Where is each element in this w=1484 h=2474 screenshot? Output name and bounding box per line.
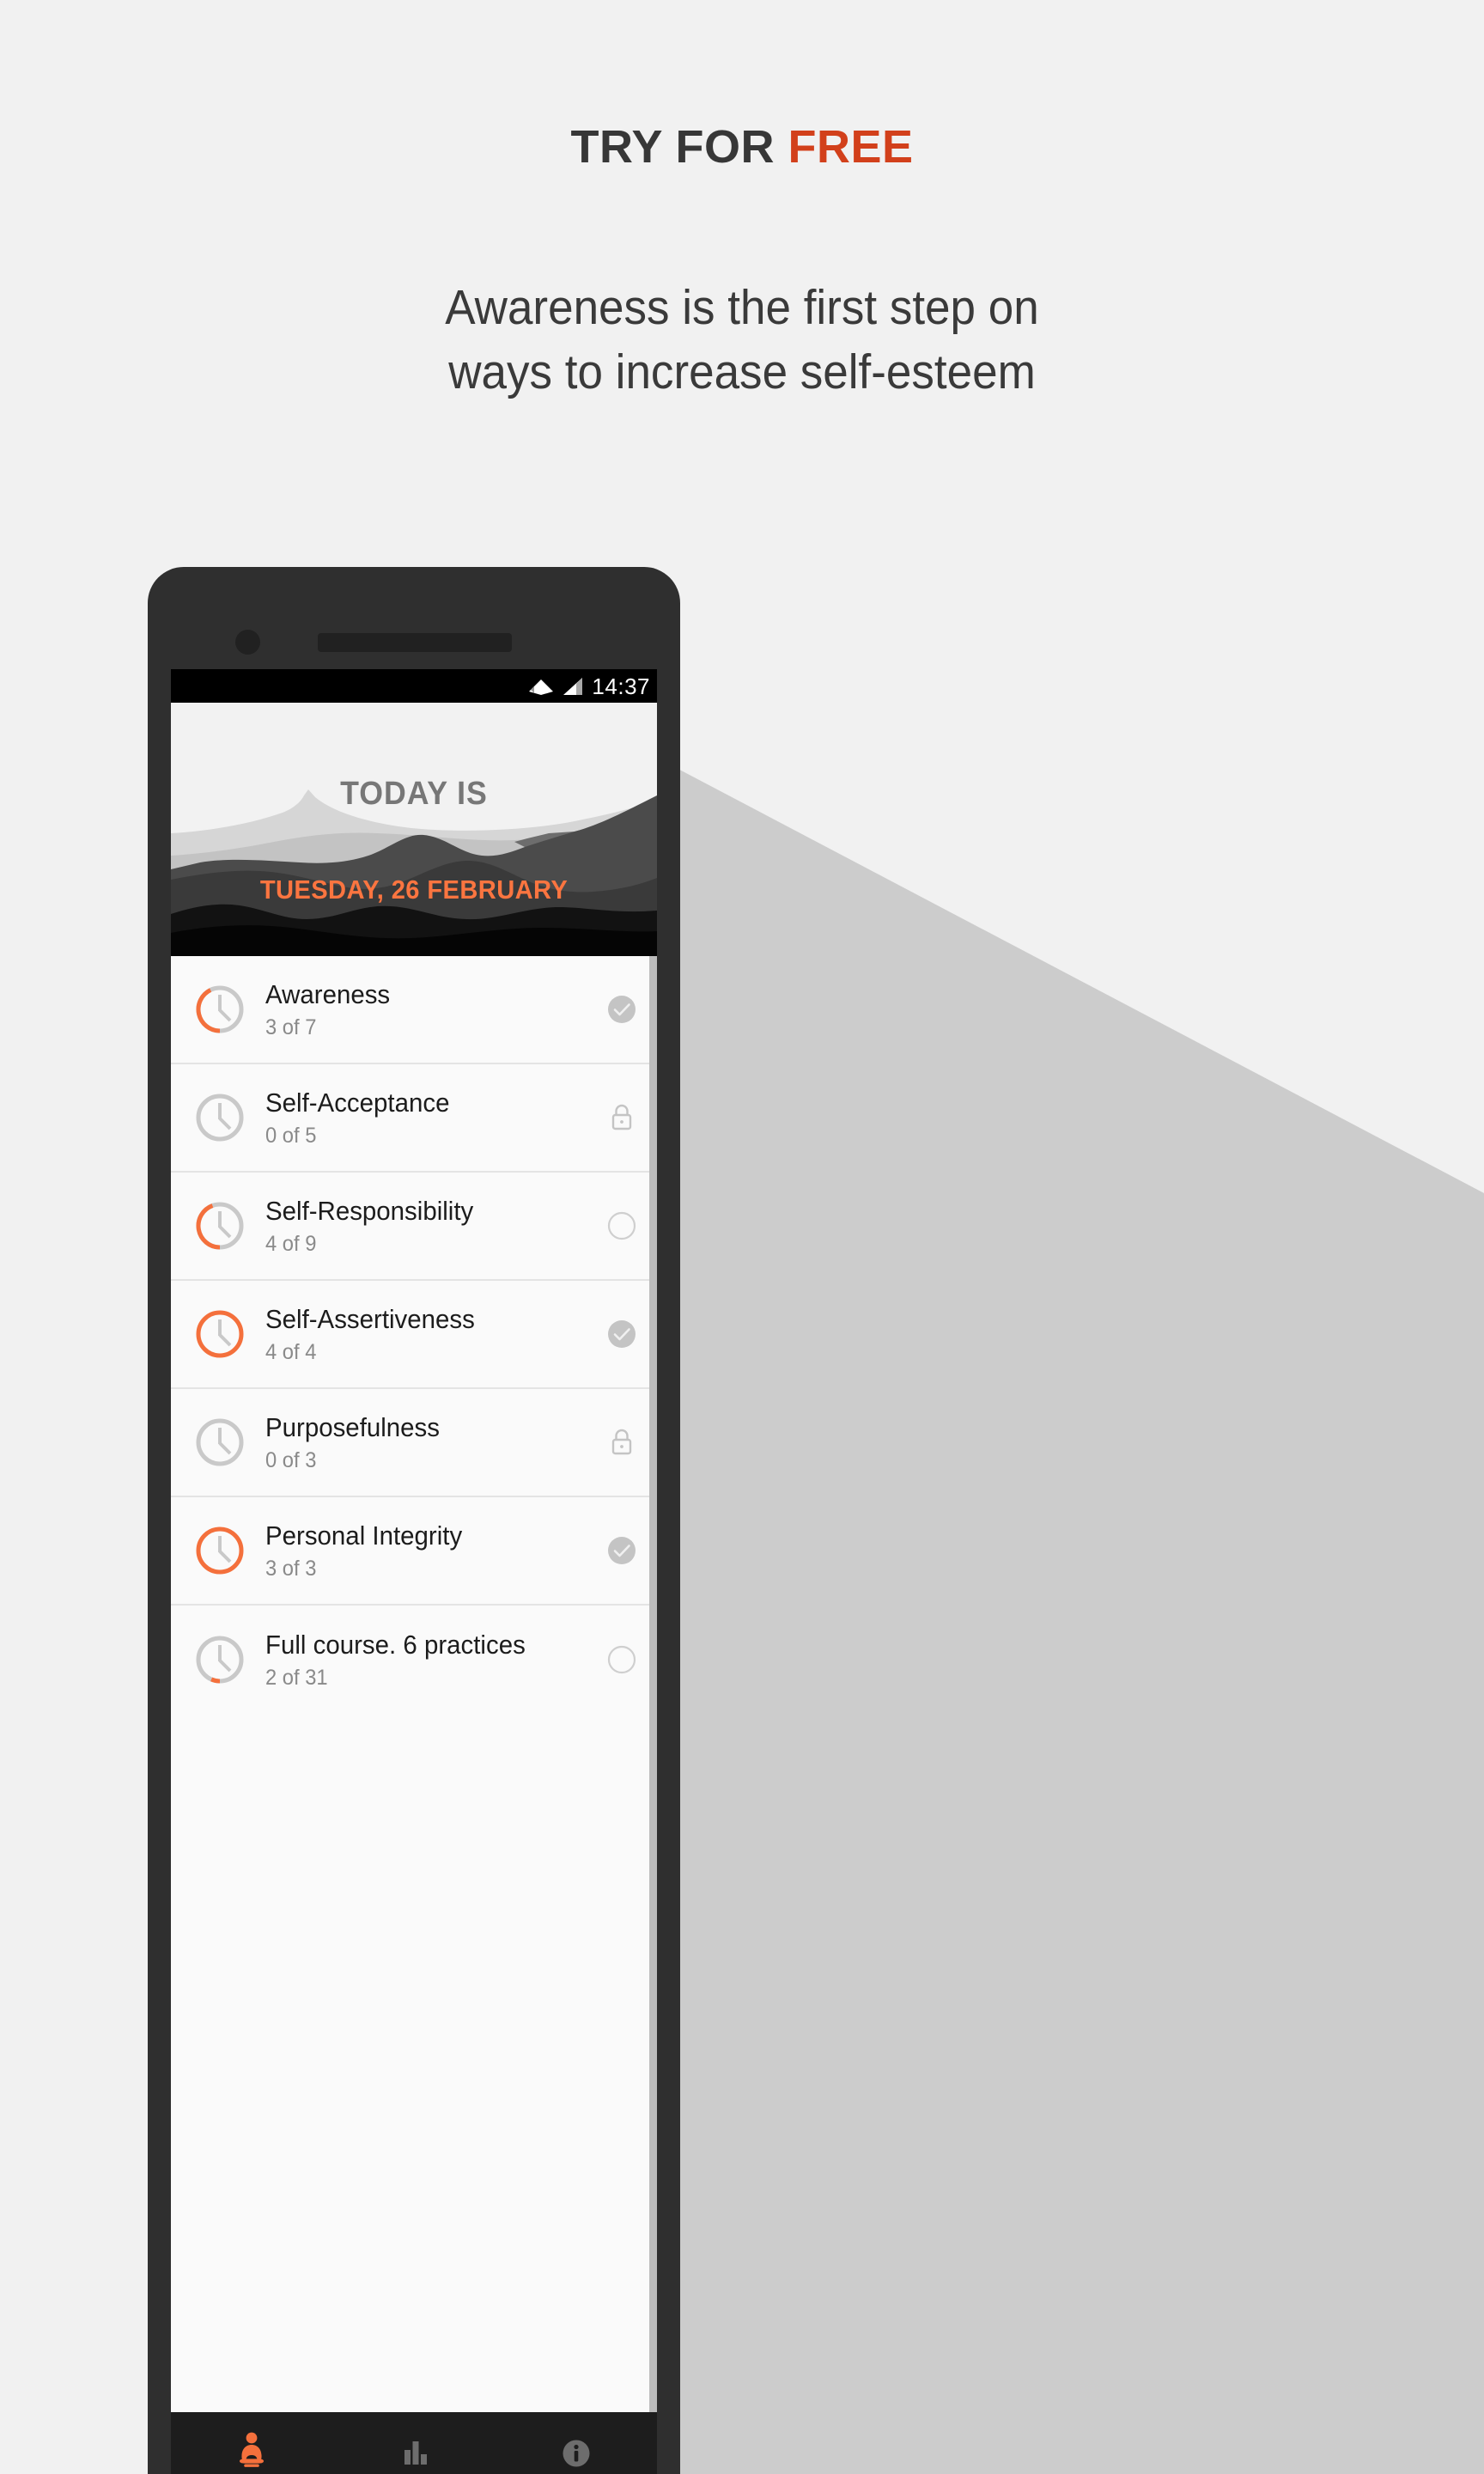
check-circle-icon — [605, 1534, 638, 1567]
practice-row-text: Awareness 3 of 7 — [246, 979, 605, 1039]
practice-row[interactable]: Full course. 6 practices 2 of 31 — [171, 1606, 657, 1714]
clock-progress-icon — [193, 1633, 246, 1686]
practice-title: Awareness — [265, 979, 391, 1010]
clock-progress-icon — [193, 1524, 246, 1577]
promo-headline-highlight: FREE — [788, 121, 914, 173]
practice-title: Self-Responsibility — [265, 1196, 474, 1227]
empty-circle-icon — [605, 1210, 638, 1242]
screenshot-root: TRY FOR FREE Awareness is the first step… — [0, 0, 1484, 2474]
today-banner: TODAY IS TUESDAY, 26 FEBRUARY — [171, 703, 657, 956]
practice-progress-label: 4 of 9 — [265, 1231, 317, 1256]
practice-title: Purposefulness — [265, 1412, 441, 1443]
list-scrollbar[interactable] — [649, 956, 657, 2412]
mountain-silhouette-icon — [171, 703, 657, 956]
practice-row[interactable]: Self-Responsibility 4 of 9 — [171, 1173, 657, 1281]
practice-progress-label: 3 of 7 — [265, 1015, 317, 1039]
promo-headline-prefix: TRY FOR — [570, 121, 788, 173]
practice-progress-label: 2 of 31 — [265, 1665, 328, 1690]
practice-row[interactable]: Self-Acceptance 0 of 5 — [171, 1064, 657, 1173]
promo-subtitle-line1: Awareness is the first step on — [445, 280, 1039, 335]
lock-icon — [605, 1426, 638, 1459]
nav-tab-practices[interactable]: Practices — [171, 2412, 333, 2474]
banner-date-label: TUESDAY, 26 FEBRUARY — [259, 874, 569, 905]
practice-title: Self-Assertiveness — [265, 1304, 475, 1335]
practice-row-text: Personal Integrity 3 of 3 — [246, 1520, 605, 1581]
practice-row-text: Full course. 6 practices 2 of 31 — [246, 1630, 605, 1689]
practice-row[interactable]: Personal Integrity 3 of 3 — [171, 1497, 657, 1606]
clock-progress-icon — [193, 983, 246, 1036]
empty-circle-icon — [605, 1643, 638, 1676]
check-circle-icon — [605, 1318, 638, 1350]
practice-row[interactable]: Awareness 3 of 7 — [171, 956, 657, 1064]
practice-row[interactable]: Purposefulness 0 of 3 — [171, 1389, 657, 1497]
promo-headline: TRY FOR FREE — [0, 120, 1484, 174]
phone-screen: 14:37 TODAY IS TUESDAY, 26 FEBRUARY Awar… — [171, 669, 657, 2474]
practice-title: Personal Integrity — [265, 1520, 463, 1551]
practices-list[interactable]: Awareness 3 of 7 Self-Acceptance 0 of 5 Self… — [171, 956, 657, 2412]
clock-progress-icon — [193, 1416, 246, 1469]
check-circle-icon — [605, 993, 638, 1026]
practice-progress-label: 0 of 5 — [265, 1123, 317, 1148]
earpiece-speaker-icon — [318, 633, 512, 652]
bottom-navigation: Practices Statistics — [171, 2412, 657, 2474]
nav-tab-reference[interactable]: Reference — [495, 2412, 657, 2474]
front-camera-icon — [235, 630, 260, 655]
practice-title: Self-Acceptance — [265, 1088, 450, 1118]
promo-subtitle-line2: ways to increase self-esteem — [448, 344, 1036, 399]
practice-row-text: Self-Acceptance 0 of 5 — [246, 1088, 605, 1147]
practice-row-text: Self-Assertiveness 4 of 4 — [246, 1304, 605, 1364]
nav-tab-statistics[interactable]: Statistics — [333, 2412, 496, 2474]
clock-progress-icon — [193, 1199, 246, 1252]
status-bar: 14:37 — [171, 669, 657, 703]
practice-row-text: Purposefulness 0 of 3 — [246, 1412, 605, 1472]
bar-chart-icon — [396, 2429, 432, 2472]
promo-subtitle: Awareness is the first step on ways to i… — [263, 283, 1221, 397]
clock-progress-icon — [193, 1307, 246, 1361]
clock-progress-icon — [193, 1091, 246, 1144]
practice-title: Full course. 6 practices — [265, 1630, 526, 1661]
banner-today-label: TODAY IS — [340, 776, 488, 812]
practice-progress-label: 3 of 3 — [265, 1556, 317, 1581]
practice-progress-label: 4 of 4 — [265, 1339, 317, 1364]
cellular-signal-icon — [563, 677, 583, 695]
meditation-icon — [234, 2429, 270, 2472]
wifi-icon — [529, 679, 554, 695]
lock-icon — [605, 1101, 638, 1134]
practice-progress-label: 0 of 3 — [265, 1447, 317, 1472]
info-icon — [558, 2429, 594, 2472]
practice-row-text: Self-Responsibility 4 of 9 — [246, 1196, 605, 1256]
status-bar-time: 14:37 — [592, 673, 650, 699]
phone-device: 14:37 TODAY IS TUESDAY, 26 FEBRUARY Awar… — [148, 567, 680, 2474]
practice-row[interactable]: Self-Assertiveness 4 of 4 — [171, 1281, 657, 1389]
